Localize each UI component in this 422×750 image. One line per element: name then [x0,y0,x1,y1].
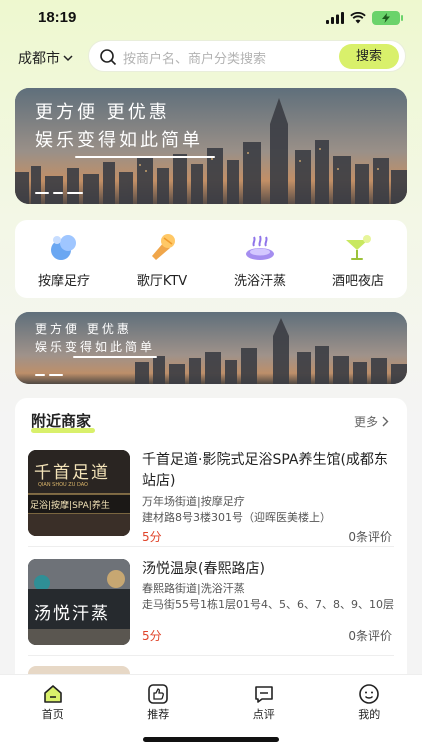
search-input[interactable]: 按商户名、商户分类搜索 [123,48,266,67]
tab-home[interactable]: 首页 [0,675,106,750]
merchant-divider [28,655,394,656]
more-link[interactable]: 更多 [354,413,389,430]
banner-slogan-line1: 更方便 更优惠 [35,322,132,336]
signal-icon [326,12,344,24]
merchant-score: 5分 [142,629,162,643]
merchant-card[interactable]: 千首足道 QIAN SHOU ZU DAO 足浴|按摩|SPA|养生 千首足道·… [15,450,407,558]
banner-brush-stroke [75,156,215,158]
city-label: 成都市 [18,51,60,67]
status-icons [326,11,403,25]
banner-brush-dash [53,192,63,194]
category-label: 酒吧夜店 [331,274,384,289]
merchant-name: 千首足道·影院式足浴SPA养生馆(成都东站店) [142,452,388,489]
status-bar: 18:19 [0,0,422,38]
more-label: 更多 [353,415,378,429]
massage-icon [51,235,76,260]
merchant-card[interactable]: 汤悦汗蒸 汤悦温泉(春熙路店) 春熙路街道|洗浴汗蒸 走马街55号1栋1层01号… [15,559,407,667]
city-selector[interactable]: 成都市 [18,48,73,68]
wifi-icon [350,12,366,24]
merchant-address: 走马街55号1栋1层01号4、5、6、7、8、9、10层 [142,598,394,611]
comment-icon [254,686,273,703]
merchant-area: 万年场街道|按摩足疗 [142,495,245,508]
banner-brush-dash [67,192,83,194]
home-icon [43,685,62,703]
sauna-icon [246,235,274,260]
merchant-address: 建材路8号3楼301号（迎晖医美楼上） [142,511,331,524]
merchant-sign-tags: 足浴|按摩|SPA|养生 [30,501,110,511]
merchant-thumbnail: 汤悦汗蒸 [28,559,130,645]
banner-brush-dash [49,374,63,376]
merchant-name: 汤悦温泉(春熙路店) [142,561,265,577]
promo-banner-secondary[interactable]: 更方便 更优惠 娱乐变得如此简单 [15,312,407,384]
tab-profile[interactable]: 我的 [317,675,422,750]
category-ktv[interactable]: 歌厅KTV [113,220,211,298]
merchant-divider [28,546,394,547]
search-bar[interactable]: 按商户名、商户分类搜索 搜索 [88,40,406,72]
merchant-area: 春熙路街道|洗浴汗蒸 [142,582,245,595]
home-indicator[interactable] [143,737,279,742]
section-title: 附近商家 [31,412,92,430]
tab-label: 点评 [252,708,275,721]
merchant-score: 5分 [142,530,162,544]
status-time: 18:19 [38,9,77,26]
chevron-right-icon [382,416,389,427]
promo-banner[interactable]: 更方便 更优惠 娱乐变得如此简单 [15,88,407,204]
category-label: 歌厅KTV [136,274,188,289]
tab-label: 我的 [358,708,381,721]
category-bar[interactable]: 酒吧夜店 [309,220,407,298]
category-label: 洗浴汗蒸 [233,274,286,289]
banner-slogan-line1: 更方便 更优惠 [35,102,170,123]
category-grid: 按摩足疗 歌厅KTV 洗浴汗蒸 酒吧夜店 [15,220,407,298]
search-button[interactable]: 搜索 [339,44,399,69]
search-icon [100,49,117,66]
chevron-down-icon [63,55,73,62]
tab-label: 首页 [41,708,64,721]
merchant-sign-subtitle: QIAN SHOU ZU DAO [38,482,88,488]
category-sauna[interactable]: 洗浴汗蒸 [211,220,309,298]
cocktail-icon [346,235,371,260]
merchant-reviews: 0条评价 [348,629,392,643]
tab-label: 推荐 [147,708,170,721]
banner-slogan-line2: 娱乐变得如此简单 [35,130,203,151]
banner-brush-dash [35,192,49,194]
thumbs-up-icon [148,684,169,704]
profile-icon [359,684,380,704]
merchant-sign-title: 汤悦汗蒸 [34,604,110,624]
banner-brush-dash [35,374,45,376]
merchant-reviews: 0条评价 [348,530,392,544]
merchant-sign-title: 千首足道 [34,463,110,483]
merchant-thumbnail: 千首足道 QIAN SHOU ZU DAO 足浴|按摩|SPA|养生 [28,450,130,536]
battery-icon [372,11,403,25]
category-label: 按摩足疗 [37,274,90,289]
category-massage[interactable]: 按摩足疗 [15,220,113,298]
microphone-icon [152,234,175,260]
header-bar: 成都市 按商户名、商户分类搜索 搜索 [0,40,422,74]
banner-brush-stroke [73,356,157,358]
nearby-merchants-section: 附近商家 更多 千首足道 QIAN SHOU ZU DAO 足浴|按摩|SPA|… [15,398,407,698]
banner-slogan-line2: 娱乐变得如此简单 [35,340,156,354]
